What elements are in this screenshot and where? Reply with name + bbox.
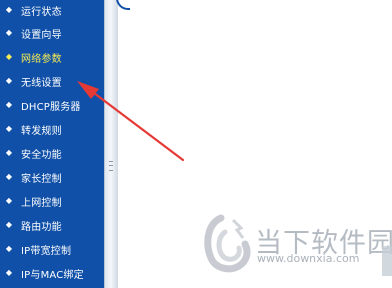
downxia-logo-icon xyxy=(204,214,251,273)
watermark-url: www.downxia.com xyxy=(257,252,360,265)
annotation-arrow-line xyxy=(88,88,185,162)
edge-fragment xyxy=(382,246,392,276)
watermark: 当下软件园 www.downxia.com xyxy=(203,214,392,274)
arrow-head-icon xyxy=(77,81,99,99)
